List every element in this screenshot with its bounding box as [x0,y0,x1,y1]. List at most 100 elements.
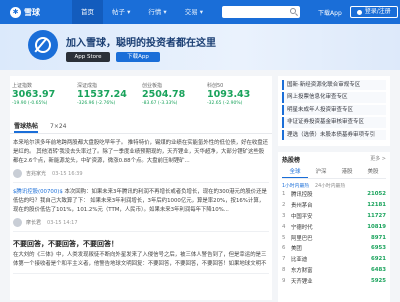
hot-stocks-panel: 热股榜 更多 > 全球 沪深 港股 美股 1小时内最热 24小时内最热 1 腾讯控… [278,152,390,302]
nav-trade[interactable]: 交易 ▾ [176,0,212,24]
topic-link[interactable]: 非证证券投资基金审核审查专区 [282,117,386,128]
stock-link[interactable]: $腾讯控股(00700)$ [13,189,63,195]
rank-number: 7 [282,256,286,263]
tab-global[interactable]: 全球 [282,168,308,179]
nav-home[interactable]: 首页 [72,0,103,24]
download-app-link[interactable]: 下载App [318,8,342,17]
stock-name[interactable]: 美团 [291,244,360,252]
post-author[interactable]: 摩长君 [26,219,41,226]
heat-value: 5925 [370,277,386,284]
post-text: 在大刘的《三体》中，人类发现叛徒不断向外星发来了入侵信号之后，被三体人警告到了，… [13,252,267,267]
nav-posts[interactable]: 帖子 ▾ [103,0,139,24]
avatar[interactable] [13,218,22,227]
list-item[interactable]: $腾讯控股(00700)$ 本次回购：如果未来3年腾讯的利润不再增长或者负增长，… [13,183,269,232]
hot-stocks-title: 热股榜 [282,157,301,165]
heat-value: 6953 [370,245,386,252]
heat-value: 6483 [370,267,386,273]
banner-slogan: 加入雪球，聪明的投资者都在这里 [66,38,216,49]
market-tabs: 全球 沪深 港股 美股 [282,168,386,180]
quote-card[interactable]: 上证指数 3063.97 -19.90 (-0.65%) [12,82,71,110]
stock-name[interactable]: 比亚迪 [291,255,360,263]
quote-name: 上证指数 [12,83,33,89]
search-input[interactable] [222,6,301,18]
post-author[interactable]: 吉兆家光 [26,170,46,177]
quote-value: 3063.97 [12,89,56,100]
search-icon[interactable] [290,8,297,14]
tab-24h[interactable]: 24小时内最热 [315,182,345,189]
stock-name[interactable]: 腾讯控股 [291,190,360,198]
table-row[interactable]: 9 天齐锂业 5925 [282,275,386,286]
stock-name[interactable]: 天齐锂业 [291,277,360,285]
quote-change: -83.67 (-3.33%) [142,101,178,106]
tab-a-shares[interactable]: 沪深 [308,168,334,178]
main-nav: 首页 帖子 ▾ 行情 ▾ 交易 ▾ [72,0,212,24]
login-button[interactable]: 登录/注册 [349,6,398,18]
more-link[interactable]: 更多 > [370,155,386,164]
hot-stocks-header: 热股榜 更多 > [282,155,386,164]
tab-hot-posts[interactable]: 雪球热帖 [14,120,39,133]
rank-number: 5 [282,234,286,241]
quote-card[interactable]: 科创50 1093.43 -32.65 (-2.90%) [207,82,266,110]
rank-number: 9 [282,277,286,284]
site-logo[interactable]: ✱ 雪球 [10,6,58,18]
heat-value: 11727 [367,213,386,220]
top-navbar: ✱ 雪球 首页 帖子 ▾ 行情 ▾ 交易 ▾ 下载App 登录/注册 [0,0,400,24]
tab-us[interactable]: 美股 [360,168,386,178]
quote-name: 创业板指 [142,83,163,89]
post-time: 03-15 14:17 [47,219,78,226]
rank-number: 6 [282,245,286,252]
quote-value: 11537.24 [77,89,127,100]
stock-name[interactable]: 阿里巴巴 [291,234,360,242]
appstore-button[interactable]: App Store [66,52,110,62]
post-time: 03-15 16:39 [52,170,83,177]
rank-number: 4 [282,223,286,230]
stock-name[interactable]: 中国平安 [291,212,360,220]
list-item[interactable]: 本来哈尔滨多年前地跨两股都大盘股吃早年子。 推特特价，锡煤的业绩在实能氢外性的低… [13,134,269,183]
quote-name: 科创50 [207,83,224,89]
nav-quotes[interactable]: 行情 ▾ [139,0,175,24]
tab-1h[interactable]: 1小时内最热 [282,182,309,189]
topic-link[interactable]: 国新·新经资源化联合审规专区 [282,80,386,91]
promo-banner: 加入雪球，聪明的投资者都在这里 App Store 下载App [0,24,400,70]
table-row[interactable]: 7 比亚迪 6921 [282,254,386,265]
rank-number: 3 [282,213,286,220]
quote-card[interactable]: 创业板指 2504.78 -83.67 (-3.33%) [142,82,201,110]
post-meta: 吉兆家光 03-15 16:39 [13,169,269,178]
stock-name[interactable]: 贵州茅台 [291,201,360,209]
table-row[interactable]: 6 美团 6953 [282,243,386,254]
heat-value: 12181 [367,202,386,209]
topic-link[interactable]: 明星未成年人投资审查专区 [282,104,386,116]
post-title[interactable]: 不要回答，不要回答，不要回答！ [13,239,269,249]
list-item[interactable]: 不要回答，不要回答，不要回答！ 在大刘的《三体》中，人类发现叛徒不断向外星发来了… [13,232,269,274]
table-row[interactable]: 4 宁德时代 10819 [282,221,386,232]
feed-tabs: 雪球热帖 7×24 [10,120,272,134]
quote-change: -19.90 (-0.65%) [12,101,48,106]
table-row[interactable]: 5 阿里巴巴 8971 [282,232,386,243]
topic-link[interactable]: 理选（选债）未股本债基券审项专引 [282,129,386,141]
avatar[interactable] [13,169,22,178]
logo-text: 雪球 [24,7,40,17]
time-range-tabs: 1小时内最热 24小时内最热 [282,182,386,189]
download-app-button[interactable]: 下载App [116,52,160,62]
heat-value: 10819 [367,223,386,230]
user-icon [356,9,362,15]
heat-value: 8971 [370,234,386,241]
quote-value: 2504.78 [142,89,186,100]
post-text: $腾讯控股(00700)$ 本次回购：如果未来3年腾讯的利润不再增长或者负增长，… [13,188,269,215]
table-row[interactable]: 8 东方财富 6483 [282,265,386,276]
table-row[interactable]: 2 贵州茅台 12181 [282,200,386,211]
stock-name[interactable]: 宁德时代 [291,223,360,231]
stock-name[interactable]: 东方财富 [291,266,360,274]
topic-link[interactable]: 网上投票信息化审查专区 [282,92,386,103]
table-row[interactable]: 1 腾讯控股 21052 [282,189,386,200]
rank-number: 8 [282,267,286,273]
tab-7x24[interactable]: 7×24 [50,120,66,133]
tab-hk[interactable]: 港股 [334,168,360,178]
table-row[interactable]: 3 中国平安 11727 [282,211,386,222]
quote-card[interactable]: 深证成指 11537.24 -326.96 (-2.76%) [77,82,136,110]
main-column: 上证指数 3063.97 -19.90 (-0.65%) 深证成指 11537.… [10,76,272,300]
quote-change: -326.96 (-2.76%) [77,101,116,106]
special-topics: 国新·新经资源化联合审规专区 网上投票信息化审查专区 明星未成年人投资审查专区 … [278,76,390,147]
snowball-logo-icon: ✱ [10,6,21,18]
right-sidebar: 国新·新经资源化联合审规专区 网上投票信息化审查专区 明星未成年人投资审查专区 … [278,76,390,302]
